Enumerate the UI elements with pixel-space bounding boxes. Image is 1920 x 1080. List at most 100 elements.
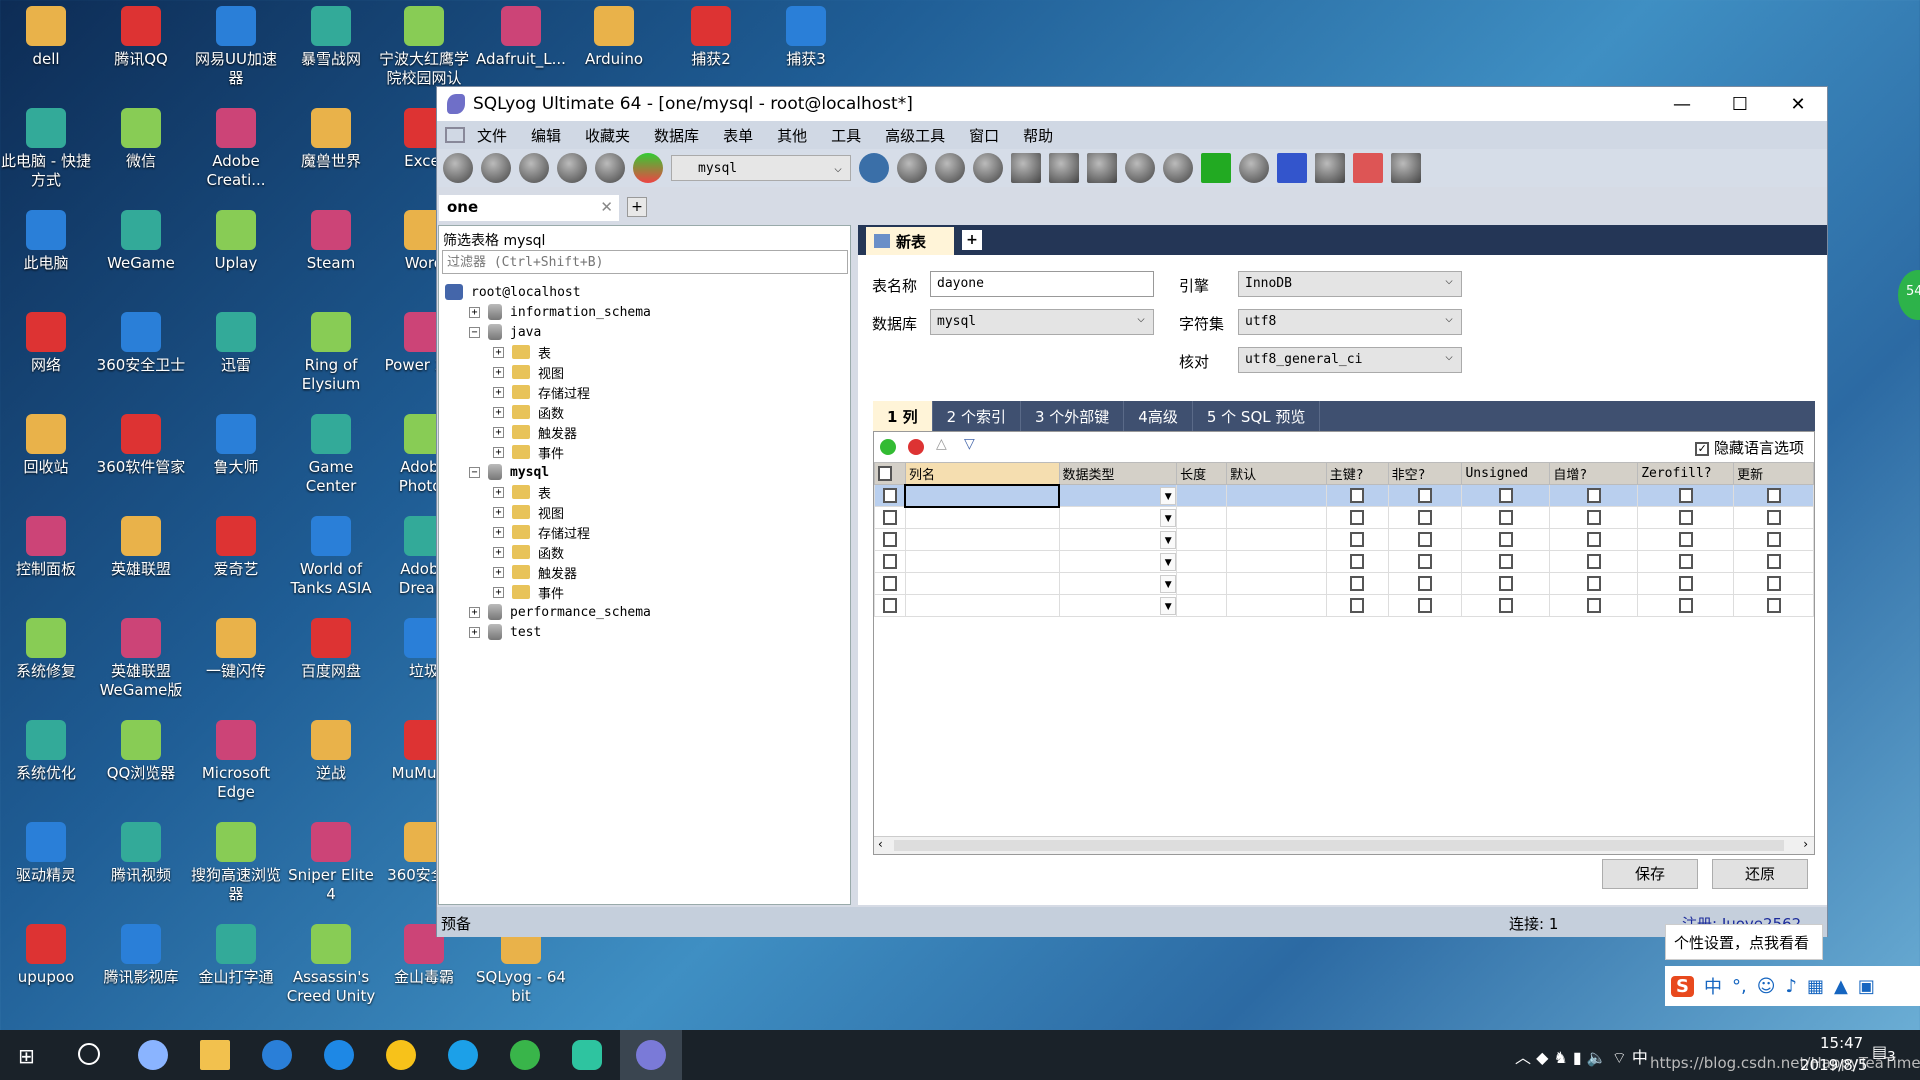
close-button[interactable]: ✕ xyxy=(1769,87,1827,121)
menu-item[interactable]: 高级工具 xyxy=(885,125,945,146)
taskbar-xunlei-icon[interactable] xyxy=(138,1040,168,1070)
desktop-icon[interactable]: 腾讯影视库 xyxy=(95,924,187,987)
datatype-cell[interactable]: ▼ xyxy=(1058,506,1178,529)
desktop-icon[interactable]: 回收站 xyxy=(0,414,92,477)
dropdown-arrow-icon[interactable]: ▼ xyxy=(1160,552,1177,571)
sync-icon[interactable] xyxy=(1125,153,1155,183)
row-select[interactable] xyxy=(874,484,906,507)
expand-toggle-icon[interactable]: − xyxy=(469,326,480,338)
default-cell[interactable] xyxy=(1226,572,1327,595)
desktop-icon[interactable]: 系统修复 xyxy=(0,618,92,681)
flag-cell[interactable] xyxy=(1637,484,1735,507)
dropdown-arrow-icon[interactable]: ▼ xyxy=(1160,530,1177,549)
flag-cell[interactable] xyxy=(1325,550,1389,573)
expand-toggle-icon[interactable]: + xyxy=(469,626,480,638)
desktop-icon[interactable]: 一键闪传 xyxy=(190,618,282,681)
move-down-icon[interactable]: ▽ xyxy=(964,436,975,452)
flag-cell[interactable] xyxy=(1549,550,1639,573)
desktop-icon[interactable]: Uplay xyxy=(190,210,282,273)
expand-toggle-icon[interactable]: + xyxy=(493,446,504,458)
db-sync-icon[interactable] xyxy=(1163,153,1193,183)
desktop-icon[interactable]: 鲁大师 xyxy=(190,414,282,477)
flag-cell[interactable] xyxy=(1637,572,1735,595)
desktop-icon[interactable]: 360软件管家 xyxy=(95,414,187,477)
desktop-icon[interactable]: 360安全卫士 xyxy=(95,312,187,375)
flag-cell[interactable] xyxy=(1387,594,1463,617)
tree-node[interactable]: + 存储过程 xyxy=(493,382,590,402)
refresh-objects-icon[interactable] xyxy=(633,153,663,183)
tab-new-table[interactable]: 新表 xyxy=(866,227,954,255)
column-name-cell[interactable] xyxy=(904,506,1060,529)
menu-item[interactable]: 文件 xyxy=(477,125,507,146)
desktop-icon[interactable]: 捕获3 xyxy=(760,6,852,69)
flag-cell[interactable] xyxy=(1387,484,1463,507)
datatype-cell[interactable]: ▼ xyxy=(1058,550,1178,573)
flag-cell[interactable] xyxy=(1325,594,1389,617)
notification-icon[interactable]: ▤3 xyxy=(1872,1042,1896,1065)
tree-node[interactable]: − mysql xyxy=(469,462,549,482)
tree-node[interactable]: + 触发器 xyxy=(493,562,577,582)
desktop-icon[interactable]: WeGame xyxy=(95,210,187,273)
add-row-icon[interactable] xyxy=(880,439,896,455)
taskbar-360-browser-icon[interactable] xyxy=(510,1040,540,1070)
taskbar-sogou-browser-icon[interactable] xyxy=(262,1040,292,1070)
subtab[interactable]: 4高级 xyxy=(1124,401,1193,431)
tree-node[interactable]: + 事件 xyxy=(493,582,564,602)
taskbar-qq-browser-icon[interactable] xyxy=(324,1040,354,1070)
tree-node[interactable]: + test xyxy=(469,622,541,642)
expand-toggle-icon[interactable]: + xyxy=(469,606,480,618)
desktop-icon[interactable]: Adobe Creati... xyxy=(190,108,282,190)
flag-cell[interactable] xyxy=(1325,506,1389,529)
column-header[interactable]: Unsigned xyxy=(1461,462,1551,485)
flag-cell[interactable] xyxy=(1461,484,1551,507)
length-cell[interactable] xyxy=(1176,572,1228,595)
column-header[interactable]: 自增? xyxy=(1549,462,1639,485)
subtab[interactable]: 1 列 xyxy=(873,401,933,431)
windows-start-icon[interactable]: ⊞ xyxy=(18,1044,35,1068)
expand-toggle-icon[interactable]: − xyxy=(469,466,480,478)
expand-toggle-icon[interactable]: + xyxy=(469,306,480,318)
desktop-icon[interactable]: 英雄联盟 xyxy=(95,516,187,579)
desktop-icon[interactable]: 网易UU加速器 xyxy=(190,6,282,88)
desktop-icon[interactable]: dell xyxy=(0,6,92,69)
menu-item[interactable]: 编辑 xyxy=(531,125,561,146)
datatype-cell[interactable]: ▼ xyxy=(1058,528,1178,551)
scrollbar-thumb[interactable] xyxy=(894,840,1784,851)
taskbar-tencent-video-icon[interactable] xyxy=(386,1040,416,1070)
taskbar-app-icon[interactable] xyxy=(572,1040,602,1070)
flag-cell[interactable] xyxy=(1733,572,1814,595)
flag-cell[interactable] xyxy=(1387,572,1463,595)
desktop-icon[interactable]: World of Tanks ASIA xyxy=(285,516,377,598)
ime-toolbar[interactable]: S 中 °, ☺ ♪ ▦ ▲ ▣ xyxy=(1665,966,1920,1006)
expand-toggle-icon[interactable]: + xyxy=(493,586,504,598)
dropdown-arrow-icon[interactable]: ▼ xyxy=(1160,574,1177,593)
column-name-cell[interactable] xyxy=(904,572,1060,595)
scroll-right-icon[interactable]: › xyxy=(1803,837,1808,851)
desktop-icon[interactable]: 控制面板 xyxy=(0,516,92,579)
expand-toggle-icon[interactable]: + xyxy=(493,506,504,518)
expand-toggle-icon[interactable]: + xyxy=(493,566,504,578)
move-up-icon[interactable]: △ xyxy=(936,436,947,452)
execute-all-icon[interactable] xyxy=(557,153,587,183)
horizontal-scrollbar[interactable]: ‹ › xyxy=(874,836,1814,854)
ime-keyboard-icon[interactable]: ▦ xyxy=(1807,976,1824,997)
desktop-icon[interactable]: 此电脑 - 快捷方式 xyxy=(0,108,92,190)
expand-toggle-icon[interactable]: + xyxy=(493,406,504,418)
flag-cell[interactable] xyxy=(1549,594,1639,617)
flag-cell[interactable] xyxy=(1637,594,1735,617)
column-name-cell[interactable] xyxy=(904,483,1060,508)
collation-dropdown[interactable]: utf8_general_ci xyxy=(1238,347,1462,373)
database-select[interactable]: mysql ⌵ xyxy=(671,155,851,181)
designer-icon[interactable] xyxy=(1315,153,1345,183)
tree-node[interactable]: + performance_schema xyxy=(469,602,651,622)
flag-cell[interactable] xyxy=(1461,594,1551,617)
flag-cell[interactable] xyxy=(1733,484,1814,507)
menu-item[interactable]: 数据库 xyxy=(654,125,699,146)
search-icon[interactable] xyxy=(78,1043,100,1065)
column-header[interactable]: 列名 xyxy=(904,462,1060,485)
flag-cell[interactable] xyxy=(1325,484,1389,507)
subtab[interactable]: 2 个索引 xyxy=(933,401,1021,431)
engine-dropdown[interactable]: InnoDB xyxy=(1238,271,1462,297)
add-editor-tab-button[interactable]: + xyxy=(962,230,982,250)
desktop-icon[interactable]: Adafruit_L... xyxy=(475,6,567,69)
